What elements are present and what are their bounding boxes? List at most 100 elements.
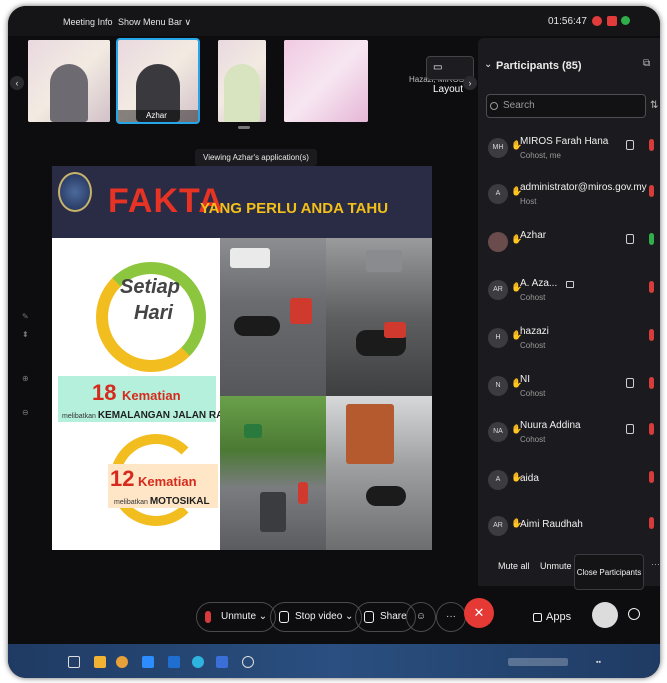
screen-share-icon [626, 140, 634, 150]
road-sign-shape [244, 424, 262, 438]
stat1-label: Kematian [122, 388, 181, 403]
participant-row[interactable]: MH ✋ MIROS Farah Hana Cohost, me [478, 130, 660, 176]
participants-button[interactable] [592, 602, 618, 628]
word-icon[interactable] [216, 656, 228, 668]
recording-icon [592, 16, 602, 26]
next-arrow-icon[interactable]: › [463, 76, 477, 90]
microphone-on-icon[interactable] [649, 233, 654, 245]
resize-handle[interactable] [238, 126, 250, 129]
slide-title-rest: YANG PERLU ANDA TAHU [200, 200, 389, 217]
video-tile[interactable] [284, 40, 368, 122]
debris-shape [290, 298, 312, 324]
video-tile[interactable] [28, 40, 110, 122]
close-participants-tooltip: Close Participants [574, 554, 644, 590]
microphone-muted-icon[interactable] [649, 471, 654, 483]
viewing-label: Viewing Azhar's application(s) [195, 149, 317, 166]
reactions-icon[interactable]: ☺ [406, 602, 436, 632]
avatar: N [488, 376, 508, 396]
participant-row[interactable]: ✋ Azhar [478, 224, 660, 270]
more-options-icon[interactable]: ··· [651, 559, 660, 569]
zoom-out-icon[interactable]: ⊖ [22, 408, 30, 417]
participant-figure [224, 64, 260, 122]
participant-row[interactable]: NA ✋ Nuura Addina Cohost [478, 414, 660, 460]
participant-name: administrator@miros.gov.my [520, 182, 647, 193]
stat2-number: 12 [110, 466, 135, 491]
camera-icon [566, 281, 574, 288]
microphone-muted-icon[interactable] [649, 517, 654, 529]
share-screen-icon [364, 611, 374, 623]
stat2-subtitle: melibatkan MOTOSIKAL [114, 496, 210, 507]
avatar: NA [488, 422, 508, 442]
zoom-icon[interactable] [142, 656, 154, 668]
stop-share-icon[interactable] [607, 16, 617, 26]
more-icon[interactable]: ··· [436, 602, 466, 632]
annotate-icon[interactable]: ✎ [22, 312, 30, 321]
chat-icon[interactable] [628, 608, 640, 620]
avatar: H [488, 328, 508, 348]
participant-row[interactable]: A ✋ aida [478, 462, 660, 508]
microphone-muted-icon[interactable] [649, 329, 654, 341]
apps-icon [533, 613, 542, 622]
participant-row[interactable]: A ✋ administrator@miros.gov.my Host [478, 176, 660, 222]
zoom-in-icon[interactable]: ⊕ [22, 374, 30, 383]
participant-row[interactable]: H ✋ hazazi Cohost [478, 320, 660, 366]
microphone-muted-icon[interactable] [649, 281, 654, 293]
meeting-info-button[interactable]: Meeting Info [63, 17, 113, 27]
participant-name: Nuura Addina [520, 420, 581, 431]
system-tray-icons[interactable] [508, 658, 568, 666]
previous-arrow-icon[interactable]: ‹ [10, 76, 24, 90]
microphone-muted-icon[interactable] [649, 139, 654, 151]
microphone-muted-icon[interactable] [649, 423, 654, 435]
video-tile-azhar[interactable]: Azhar [116, 38, 200, 124]
collapse-chevron-icon[interactable]: ⌄ [484, 59, 492, 70]
popout-icon[interactable]: ⧉ [643, 58, 650, 69]
zoom-window: Meeting Info Show Menu Bar ∨ 01:56:47 Az… [8, 6, 660, 678]
layout-label: Layout [433, 84, 464, 95]
settings-gear-icon[interactable] [242, 656, 254, 668]
pin-icon[interactable]: ⬍ [22, 330, 30, 339]
stat1-subtitle: melibatkan KEMALANGAN JALAN RAYA [62, 410, 235, 421]
apps-button[interactable]: Apps [546, 611, 571, 623]
slide-hari: Hari [134, 302, 173, 324]
end-meeting-button[interactable]: ✕ [464, 598, 494, 628]
stat1-number: 18 [92, 380, 117, 405]
motorcycle-shape [366, 486, 406, 506]
participant-search-input[interactable]: Search [486, 94, 646, 118]
accident-photo-3 [220, 396, 326, 550]
participant-name: Azhar [520, 230, 547, 241]
unmute-button[interactable]: Unmute ⌄ [196, 602, 277, 632]
search-icon [490, 102, 498, 110]
avatar: AR [488, 280, 508, 300]
meeting-timer: 01:56:47 [548, 16, 587, 27]
system-tray-language-icon[interactable]: ▪▪ [596, 659, 601, 666]
participant-role: Cohost [520, 389, 546, 398]
truck-shape [346, 404, 394, 464]
stop-video-button[interactable]: Stop video ⌄ [270, 602, 363, 632]
avatar: MH [488, 138, 508, 158]
file-explorer-icon[interactable] [94, 656, 106, 668]
participant-row[interactable]: AR ✋ Aimi Raudhah [478, 508, 660, 554]
video-tile[interactable] [218, 40, 266, 122]
mute-all-button[interactable]: Mute all [498, 561, 530, 571]
microphone-muted-icon[interactable] [649, 377, 654, 389]
edge-icon[interactable] [192, 656, 204, 668]
show-menu-bar-button[interactable]: Show Menu Bar ∨ [118, 17, 191, 28]
participants-panel: ⌄ Participants (85) ⧉ Search ⇅ MH ✋ MIRO… [478, 38, 660, 586]
microphone-muted-icon[interactable] [649, 185, 654, 197]
chrome-icon[interactable] [116, 656, 128, 668]
sort-icon[interactable]: ⇅ [650, 100, 658, 111]
participant-figure [50, 64, 88, 122]
os-taskbar: ▪▪ [8, 644, 660, 678]
participant-row[interactable]: AR ✋ A. Aza... Cohost [478, 272, 660, 318]
participant-row[interactable]: N ✋ NI Cohost [478, 368, 660, 414]
outlook-icon[interactable] [168, 656, 180, 668]
video-strip: Azhar [28, 38, 468, 124]
stat2-label: Kematian [138, 474, 197, 489]
task-view-icon[interactable] [68, 656, 80, 668]
car-shape [230, 248, 270, 268]
participant-role: Host [520, 197, 537, 206]
participant-name: hazazi [520, 326, 549, 337]
stat1-sub-small: melibatkan [62, 413, 96, 420]
participant-name: Aimi Raudhah [520, 519, 583, 530]
rider-shape [298, 482, 308, 504]
